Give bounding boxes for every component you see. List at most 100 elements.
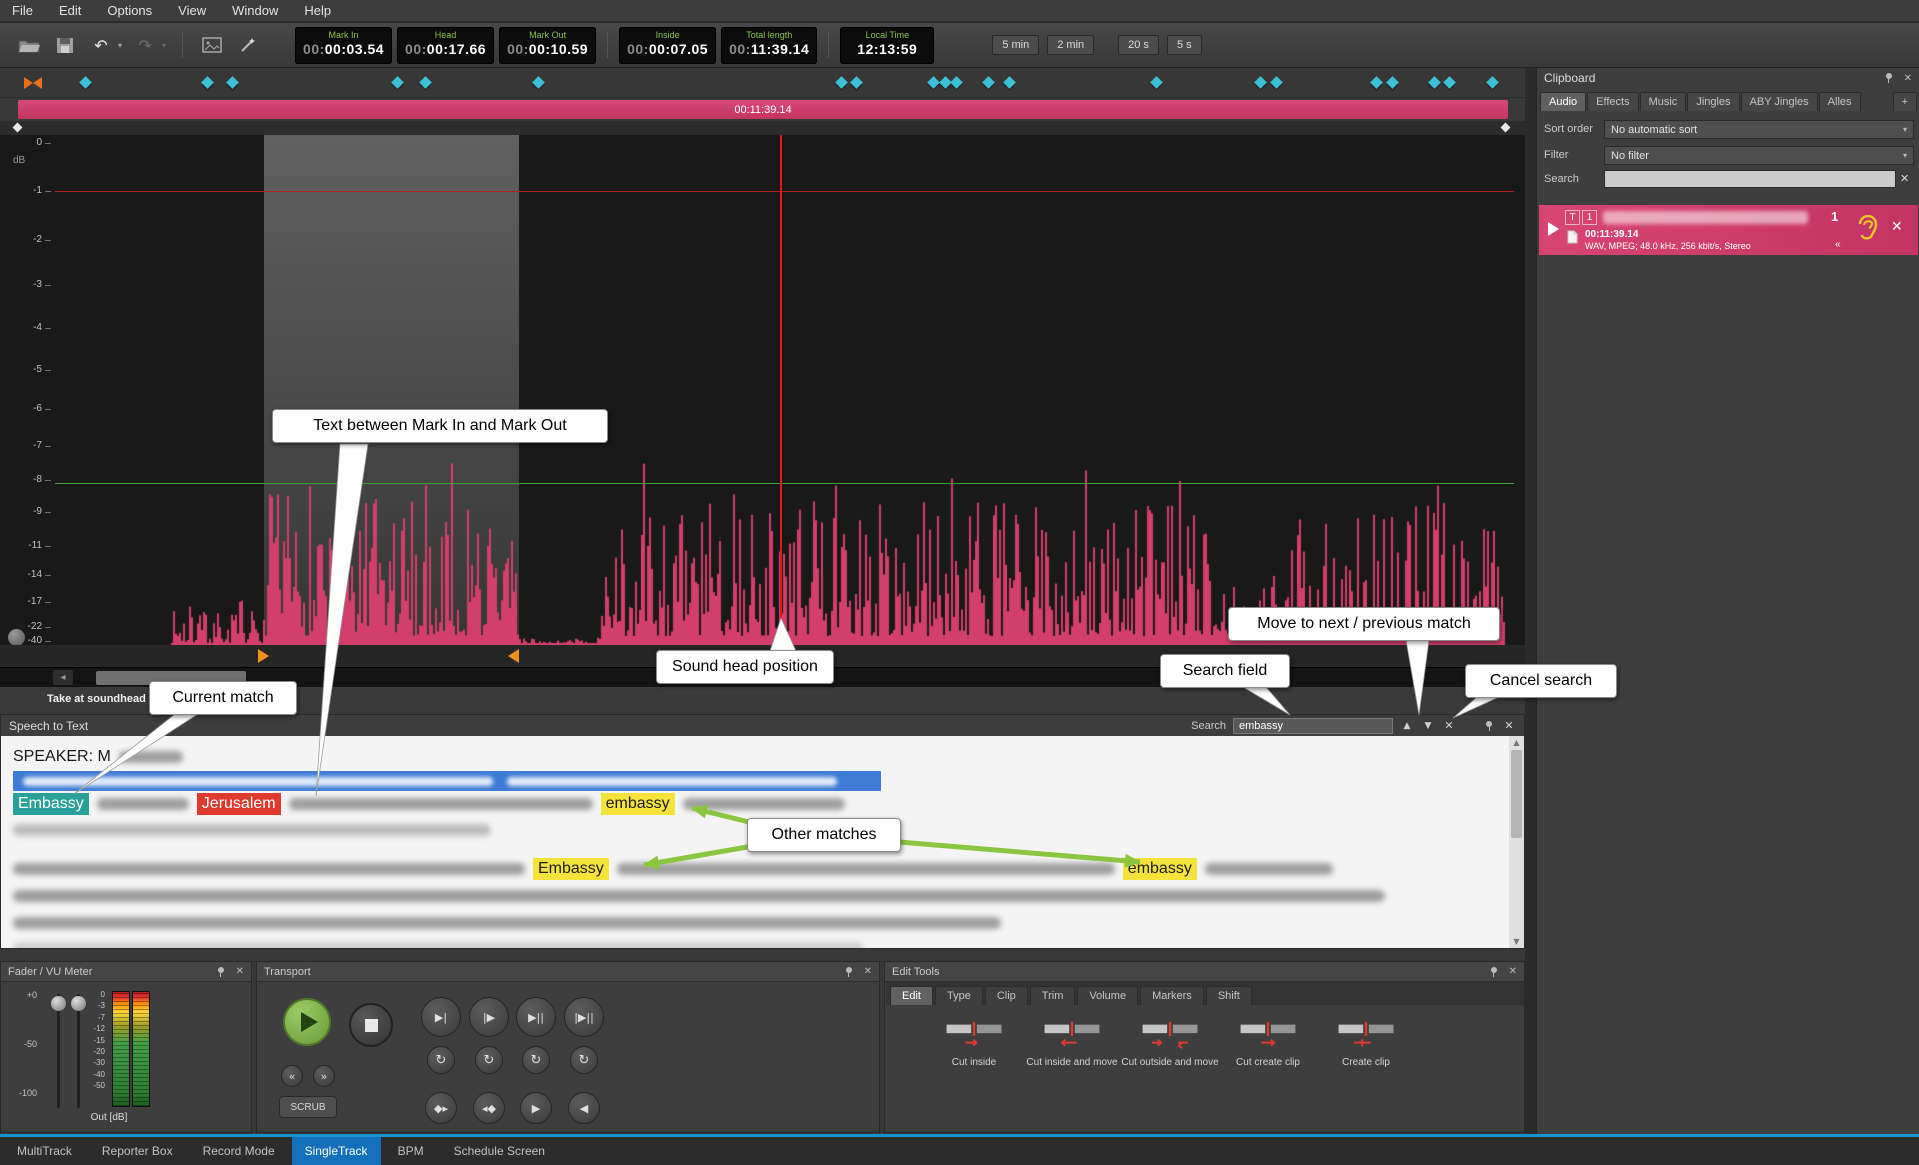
clipboard-tab-effects[interactable]: Effects (1587, 92, 1638, 111)
open-folder-icon[interactable] (16, 33, 42, 57)
loop-button-0[interactable]: ↻ (427, 1046, 455, 1074)
tool-create-clip[interactable]: Create clip (1317, 1012, 1415, 1070)
nudge-button-1[interactable]: » (313, 1065, 335, 1087)
menu-file[interactable]: File (12, 3, 33, 18)
play-button[interactable] (283, 998, 331, 1046)
loop-marker-icon[interactable] (24, 77, 42, 89)
time-field-local-time[interactable]: Local Time12:13:59 (840, 27, 934, 64)
menu-options[interactable]: Options (107, 3, 152, 18)
stt-search-input[interactable] (1233, 718, 1393, 734)
item-play-icon[interactable] (1548, 222, 1559, 236)
range-start-diamond-icon[interactable] (13, 123, 23, 133)
remove-item-icon[interactable]: ✕ (1891, 219, 1903, 235)
redo-icon[interactable]: ↷ (132, 33, 158, 57)
loop-button-2[interactable]: ↻ (522, 1046, 550, 1074)
stop-button[interactable] (349, 1003, 393, 1047)
menu-edit[interactable]: Edit (59, 3, 81, 18)
screen-tab-reporter-box[interactable]: Reporter Box (89, 1137, 186, 1165)
edit-tab-edit[interactable]: Edit (890, 986, 933, 1005)
clipboard-tab-alles[interactable]: Alles (1819, 92, 1861, 111)
zoom-2-min[interactable]: 2 min (1047, 35, 1094, 55)
tool-cut-outside-and-move[interactable]: Cut outside and move (1121, 1012, 1219, 1070)
transcript-scrollbar[interactable]: ▲ ▼ (1509, 736, 1524, 948)
screen-tab-bpm[interactable]: BPM (385, 1137, 437, 1165)
nudge-button-0[interactable]: « (281, 1065, 303, 1087)
tool-cut-inside[interactable]: Cut inside (925, 1012, 1023, 1070)
cue-marker-icon[interactable] (850, 76, 863, 89)
close-panel-icon[interactable]: ✕ (1904, 73, 1912, 84)
clipboard-audio-item[interactable]: T 1 1 00:11:39.14 WAV, MPEG; 48.0 kHz, 2… (1539, 205, 1918, 255)
cue-marker-icon[interactable] (532, 76, 545, 89)
cue-marker-icon[interactable] (982, 76, 995, 89)
cue-marker-icon[interactable] (1150, 76, 1163, 89)
playhead-line[interactable] (780, 135, 782, 645)
pin-icon[interactable] (216, 966, 227, 978)
scroll-left-arrow[interactable]: ◂ (53, 670, 73, 685)
redo-dropdown-caret[interactable]: ▾ (162, 41, 166, 50)
export-image-icon[interactable] (199, 33, 225, 57)
cue-marker-icon[interactable] (1443, 76, 1456, 89)
transport-play-mode-button-1[interactable]: |▶ (469, 997, 509, 1037)
cue-marker-icon[interactable] (1003, 76, 1016, 89)
edit-tab-clip[interactable]: Clip (985, 986, 1028, 1005)
sort-order-dropdown[interactable]: No automatic sort▾ (1604, 120, 1914, 139)
wand-icon[interactable] (235, 33, 261, 57)
previous-match-button[interactable]: ▲ (1400, 721, 1414, 731)
waveform-display[interactable]: dB 0-1-2-3-4-5-6-7-8-9-11-14-17-22-40 (0, 135, 1525, 645)
undo-dropdown-caret[interactable]: ▾ (118, 41, 122, 50)
edit-tab-trim[interactable]: Trim (1030, 986, 1076, 1005)
transport-play-mode-button-0[interactable]: ▶| (421, 997, 461, 1037)
clipboard-search-input[interactable] (1604, 170, 1896, 188)
cue-marker-icon[interactable] (1428, 76, 1441, 89)
edit-tab-type[interactable]: Type (935, 986, 983, 1005)
match-highlight[interactable]: embassy (601, 793, 675, 815)
jump-button-2[interactable]: ▶ (520, 1092, 552, 1124)
menu-help[interactable]: Help (304, 3, 331, 18)
cue-marker-icon[interactable] (835, 76, 848, 89)
pin-icon[interactable] (1884, 72, 1895, 84)
clipboard-tab-aby-jingles[interactable]: ABY Jingles (1741, 92, 1818, 111)
fader-knob-left[interactable] (51, 996, 66, 1011)
item-expander-icon[interactable]: « (1835, 239, 1841, 250)
fader-track[interactable] (57, 994, 60, 1108)
cue-marker-icon[interactable] (1386, 76, 1399, 89)
zoom-5-min[interactable]: 5 min (992, 35, 1039, 55)
scroll-down-arrow[interactable]: ▼ (1509, 937, 1524, 946)
pin-icon[interactable] (1489, 966, 1500, 978)
selected-transcript-line[interactable] (13, 771, 881, 791)
clipboard-tab--[interactable]: + (1893, 92, 1917, 111)
cue-marker-icon[interactable] (1370, 76, 1383, 89)
screen-tab-schedule-screen[interactable]: Schedule Screen (441, 1137, 558, 1165)
cue-marker-icon[interactable] (950, 76, 963, 89)
timeline-range-row[interactable] (0, 121, 1525, 135)
cue-marker-icon[interactable] (391, 76, 404, 89)
edit-tab-markers[interactable]: Markers (1140, 986, 1204, 1005)
menu-view[interactable]: View (178, 3, 206, 18)
volume-knob-icon[interactable] (8, 629, 25, 646)
time-field-head[interactable]: Head00:00:17.66 (397, 27, 494, 64)
menu-window[interactable]: Window (232, 3, 278, 18)
edit-tab-volume[interactable]: Volume (1077, 986, 1138, 1005)
close-panel-icon[interactable]: ✕ (236, 966, 244, 977)
screen-tab-multitrack[interactable]: MultiTrack (4, 1137, 85, 1165)
close-panel-icon[interactable]: ✕ (864, 966, 872, 977)
jump-button-1[interactable]: ◂◆ (473, 1092, 505, 1124)
cue-marker-icon[interactable] (1254, 76, 1267, 89)
screen-tab-singletrack[interactable]: SingleTrack (292, 1137, 381, 1165)
loop-button-3[interactable]: ↻ (570, 1046, 598, 1074)
pin-icon[interactable] (844, 966, 855, 978)
close-panel-icon[interactable]: ✕ (1502, 719, 1516, 732)
mark-out-handle[interactable] (508, 649, 519, 663)
clipboard-tab-music[interactable]: Music (1640, 92, 1687, 111)
time-field-mark-out[interactable]: Mark Out00:00:10.59 (499, 27, 596, 64)
loop-button-1[interactable]: ↻ (475, 1046, 503, 1074)
scroll-up-arrow[interactable]: ▲ (1509, 738, 1524, 747)
overview-timeline[interactable]: 00:11:39.14 (18, 100, 1508, 119)
cancel-search-button[interactable]: ✕ (1442, 719, 1456, 732)
cue-marker-icon[interactable] (1486, 76, 1499, 89)
match-highlight[interactable]: Embassy (533, 858, 609, 880)
edit-tab-shift[interactable]: Shift (1206, 986, 1252, 1005)
mark-in-handle[interactable] (258, 649, 269, 663)
transport-play-mode-button-2[interactable]: ▶|| (516, 997, 556, 1037)
jump-button-3[interactable]: ◀ (568, 1092, 600, 1124)
